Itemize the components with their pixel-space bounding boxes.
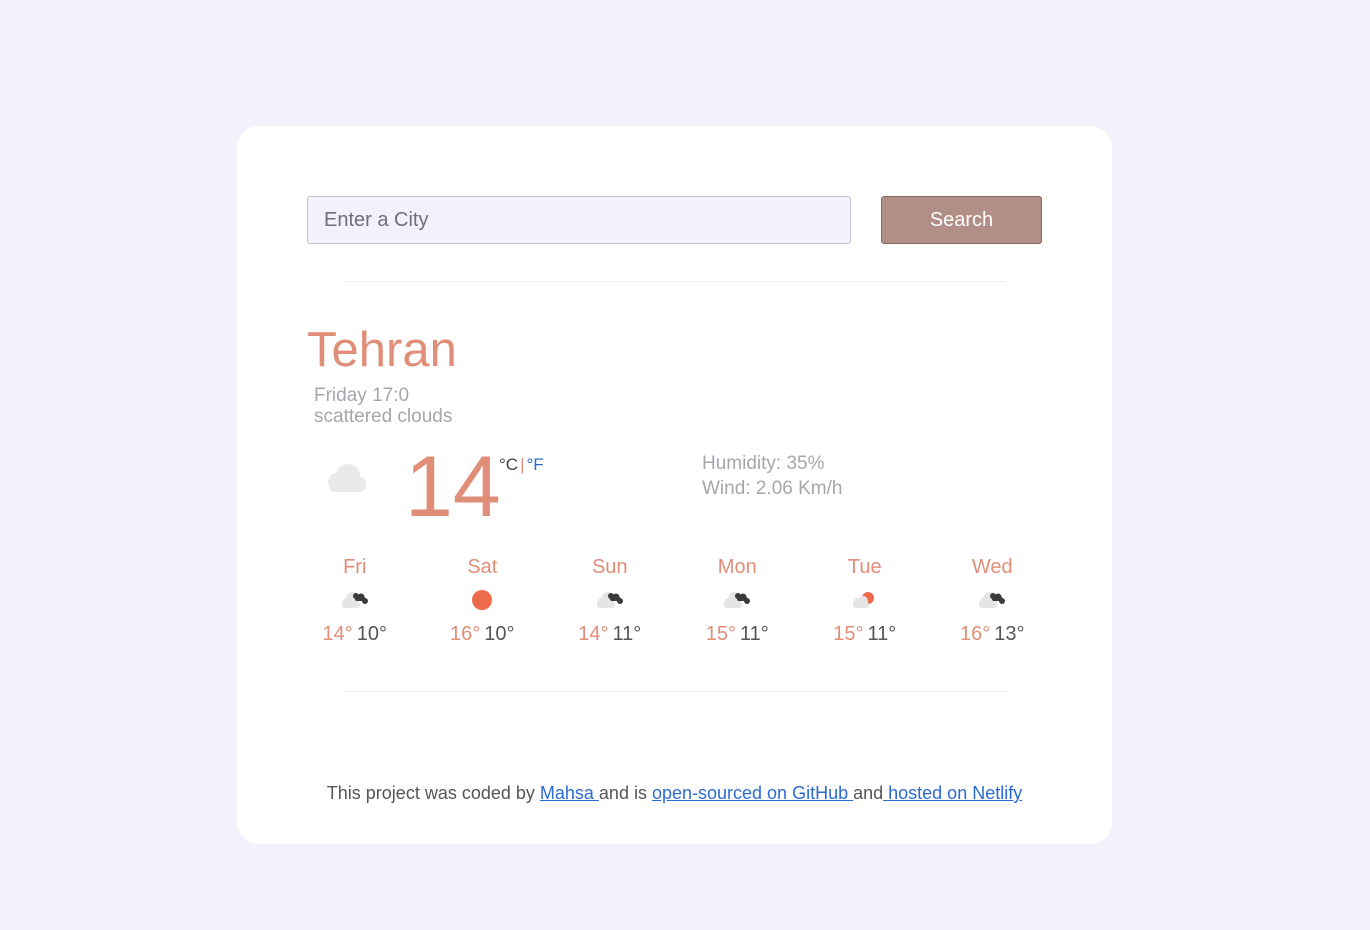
forecast-max: 16°: [960, 623, 991, 645]
weather-description: scattered clouds: [314, 406, 453, 427]
netlify-link[interactable]: hosted on Netlify: [883, 783, 1022, 803]
current-meta: Friday 17:0 scattered clouds: [314, 385, 452, 427]
current-temperature: 14: [405, 439, 501, 535]
forecast-min: 13°: [994, 623, 1025, 645]
forecast-day: Mon 15° 11°: [674, 556, 802, 646]
footer-text: This project was coded by: [326, 783, 540, 803]
forecast-day-name: Sat: [467, 556, 498, 578]
unit-separator: |: [520, 455, 525, 474]
broken-clouds-icon: [291, 582, 419, 618]
forecast-day-name: Sun: [591, 556, 628, 578]
footer-text: and: [853, 783, 884, 803]
broken-clouds-icon: [929, 582, 1057, 618]
unit-toggle: °C | °F: [499, 455, 544, 475]
author-link[interactable]: Mahsa: [540, 783, 599, 803]
weather-card: Search Tehran Friday 17:0 scattered clou…: [237, 126, 1112, 844]
forecast-day: Tue 15° 11°: [801, 556, 929, 646]
cloud-icon: [321, 460, 369, 496]
forecast-max: 14°: [322, 623, 353, 645]
humidity: Humidity: 35%: [702, 453, 825, 474]
celsius-link[interactable]: °C: [499, 455, 518, 474]
broken-clouds-icon: [674, 582, 802, 618]
forecast-day-name: Fri: [343, 556, 367, 578]
forecast-min: 10°: [484, 623, 515, 645]
fahrenheit-link[interactable]: °F: [527, 455, 544, 474]
forecast-day-name: Mon: [717, 556, 757, 578]
forecast-temps: 14° 10°: [291, 623, 419, 646]
city-name: Tehran: [307, 323, 457, 377]
wind: Wind: 2.06 Km/h: [702, 478, 843, 499]
forecast-max: 16°: [450, 623, 481, 645]
current-datetime: Friday 17:0: [314, 385, 410, 406]
footer-text: and is: [598, 783, 652, 803]
forecast-temps: 15° 11°: [801, 623, 929, 646]
forecast-temps: 16° 10°: [419, 623, 547, 646]
divider: [344, 691, 1005, 692]
partly-cloudy-icon: [801, 582, 929, 618]
forecast-day-name: Wed: [971, 556, 1013, 578]
broken-clouds-icon: [546, 582, 674, 618]
forecast-day: Fri 14° 10°: [291, 556, 419, 646]
search-form: Search: [307, 196, 1042, 244]
forecast-min: 11°: [612, 623, 642, 645]
forecast-min: 10°: [356, 623, 387, 645]
city-search-input[interactable]: [307, 196, 851, 244]
forecast-min: 11°: [739, 623, 769, 645]
forecast-day: Wed 16° 13°: [929, 556, 1057, 646]
sun-icon: [419, 582, 547, 618]
search-button[interactable]: Search: [881, 196, 1042, 244]
forecast-min: 11°: [867, 623, 897, 645]
forecast-max: 14°: [578, 623, 609, 645]
divider: [344, 281, 1005, 282]
footer: This project was coded by Mahsa and is o…: [237, 783, 1112, 804]
forecast-max: 15°: [833, 623, 864, 645]
forecast-max: 15°: [705, 623, 736, 645]
forecast-temps: 14° 11°: [546, 623, 674, 646]
forecast: Fri 14° 10° Sat 16° 10° Sun 14° 11° Mon …: [291, 556, 1056, 646]
forecast-day-name: Tue: [847, 556, 882, 578]
weather-details: Humidity: 35% Wind: 2.06 Km/h: [702, 451, 842, 501]
forecast-temps: 15° 11°: [674, 623, 802, 646]
forecast-temps: 16° 13°: [929, 623, 1057, 646]
github-link[interactable]: open-sourced on GitHub: [652, 783, 853, 803]
forecast-day: Sat 16° 10°: [419, 556, 547, 646]
forecast-day: Sun 14° 11°: [546, 556, 674, 646]
